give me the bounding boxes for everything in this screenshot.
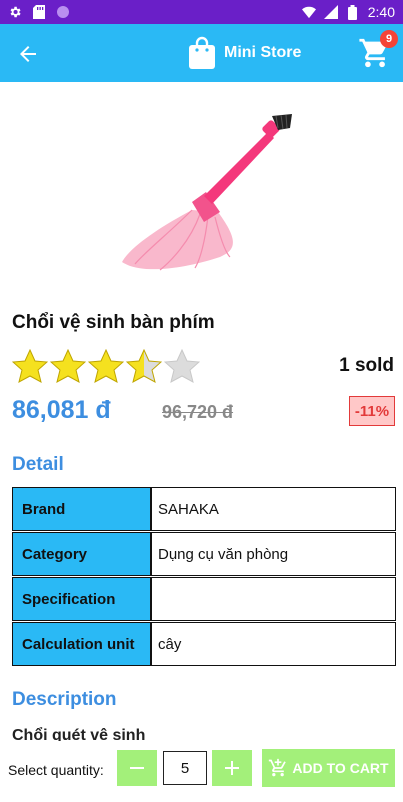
detail-row: Specification: [12, 577, 396, 621]
detail-heading: Detail: [12, 454, 64, 475]
rating-stars: [12, 349, 200, 383]
product-image: [100, 92, 307, 299]
gear-icon: [8, 5, 22, 19]
current-price: 86,081 đ: [12, 396, 111, 424]
add-to-cart-button[interactable]: ADD TO CART: [262, 749, 395, 787]
detail-row: Brand SAHAKA: [12, 487, 396, 531]
product-name: Chổi vệ sinh bàn phím: [12, 312, 215, 333]
circle-icon: [56, 5, 70, 19]
detail-value: SAHAKA: [151, 487, 396, 531]
detail-value: Dụng cụ văn phòng: [151, 532, 396, 576]
detail-value: cây: [151, 622, 396, 666]
detail-key: Category: [12, 532, 151, 576]
bottom-bar: Select quantity: ADD TO CART: [0, 742, 403, 802]
store-brand: Mini Store: [188, 36, 301, 70]
star-icon: [88, 349, 124, 383]
shopping-bag-icon: [189, 36, 215, 69]
minus-icon: [130, 767, 144, 769]
original-price: 96,720 đ: [162, 402, 234, 422]
star-icon: [50, 349, 86, 383]
status-time: 2:40: [367, 4, 395, 20]
detail-row: Calculation unit cây: [12, 622, 396, 666]
detail-table: Brand SAHAKA Category Dụng cụ văn phòng Spec…: [12, 487, 396, 667]
discount-badge: -11%: [349, 396, 395, 426]
star-icon: [12, 349, 48, 383]
back-button[interactable]: [14, 40, 42, 68]
signal-icon: [323, 5, 338, 19]
description-text: Chổi quét vệ sinh: [12, 727, 146, 741]
detail-key: Calculation unit: [12, 622, 151, 666]
battery-icon: [346, 4, 360, 20]
sd-card-icon: [32, 5, 46, 19]
cart-count-badge: 9: [380, 30, 398, 48]
add-cart-icon: [269, 758, 287, 777]
increase-quantity-button[interactable]: [212, 750, 252, 786]
app-bar: Mini Store 9: [0, 24, 403, 82]
description-heading: Description: [12, 689, 117, 710]
cart-button[interactable]: 9: [358, 30, 398, 72]
add-to-cart-label: ADD TO CART: [292, 760, 389, 776]
decrease-quantity-button[interactable]: [117, 750, 157, 786]
detail-key: Brand: [12, 487, 151, 531]
status-bar: 2:40: [0, 0, 403, 24]
sold-count: 1 sold: [339, 355, 394, 376]
detail-value: [151, 577, 396, 621]
star-icon: [164, 349, 200, 383]
wifi-icon: [301, 5, 316, 19]
arrow-back-icon: [20, 46, 36, 62]
quantity-input[interactable]: [163, 751, 207, 785]
detail-key: Specification: [12, 577, 151, 621]
star-icon: [126, 349, 162, 383]
quantity-label: Select quantity:: [8, 762, 104, 778]
detail-row: Category Dụng cụ văn phòng: [12, 532, 396, 576]
plus-icon: [225, 761, 239, 775]
store-title: Mini Store: [224, 44, 302, 61]
